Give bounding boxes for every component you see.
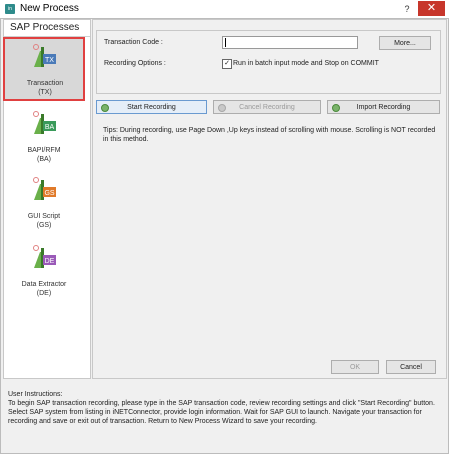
process-label: BAPI/RFM xyxy=(27,147,61,154)
batch-mode-checkbox-label: Run in batch input mode and Stop on COMM… xyxy=(233,60,379,67)
process-item-gui-script[interactable]: GS GUI Script (GS) xyxy=(4,174,84,234)
cancel-recording-label: Cancel Recording xyxy=(239,104,295,111)
import-recording-label: Import Recording xyxy=(356,104,411,111)
import-icon xyxy=(332,104,340,112)
process-item-bapi[interactable]: BA BAPI/RFM (BA) xyxy=(4,108,84,168)
text-caret xyxy=(225,38,226,47)
ok-button[interactable]: OK xyxy=(331,360,379,374)
title-bar: in New Process ? ✕ xyxy=(0,0,449,19)
instructions-header: User Instructions: xyxy=(8,391,63,398)
cancel-record-icon xyxy=(218,104,226,112)
start-recording-button[interactable]: Start Recording xyxy=(96,100,207,114)
data-extractor-icon: DE xyxy=(33,245,56,268)
process-code: (BA) xyxy=(37,156,51,163)
window-title: New Process xyxy=(20,3,79,14)
svg-text:DE: DE xyxy=(45,258,55,265)
svg-text:TX: TX xyxy=(45,57,54,64)
more-button[interactable]: More... xyxy=(379,36,431,50)
recording-options-label: Recording Options : xyxy=(104,60,166,67)
close-button[interactable]: ✕ xyxy=(418,1,445,16)
transaction-icon: TX xyxy=(33,44,56,67)
start-recording-label: Start Recording xyxy=(127,104,176,111)
app-icon: in xyxy=(5,4,15,14)
process-label: Data Extractor xyxy=(21,281,67,288)
help-button[interactable]: ? xyxy=(400,3,414,15)
transaction-code-input[interactable] xyxy=(222,36,358,49)
process-label: GUI Script xyxy=(27,213,61,220)
svg-text:GS: GS xyxy=(44,190,54,197)
batch-mode-checkbox[interactable]: ✓ xyxy=(222,59,232,69)
process-label: Transaction xyxy=(26,80,64,87)
more-button-label: More... xyxy=(394,40,416,47)
process-code: (TX) xyxy=(38,89,52,96)
transaction-code-label: Transaction Code : xyxy=(104,39,163,46)
import-recording-button[interactable]: Import Recording xyxy=(327,100,440,114)
process-item-transaction[interactable]: TX Transaction (TX) xyxy=(3,37,85,101)
record-icon xyxy=(101,104,109,112)
process-code: (DE) xyxy=(36,290,52,297)
instructions-text: To begin SAP transaction recording, plea… xyxy=(8,400,435,425)
sidebar-title: SAP Processes xyxy=(10,22,80,33)
cancel-recording-button[interactable]: Cancel Recording xyxy=(213,100,321,114)
cancel-button[interactable]: Cancel xyxy=(386,360,436,374)
svg-text:BA: BA xyxy=(45,124,55,131)
process-code: (GS) xyxy=(36,222,52,229)
process-item-data-extractor[interactable]: DE Data Extractor (DE) xyxy=(4,242,84,302)
tips-text: Tips: During recording, use Page Down ,U… xyxy=(103,127,436,143)
gui-script-icon: GS xyxy=(33,177,56,200)
bapi-icon: BA xyxy=(33,111,56,134)
